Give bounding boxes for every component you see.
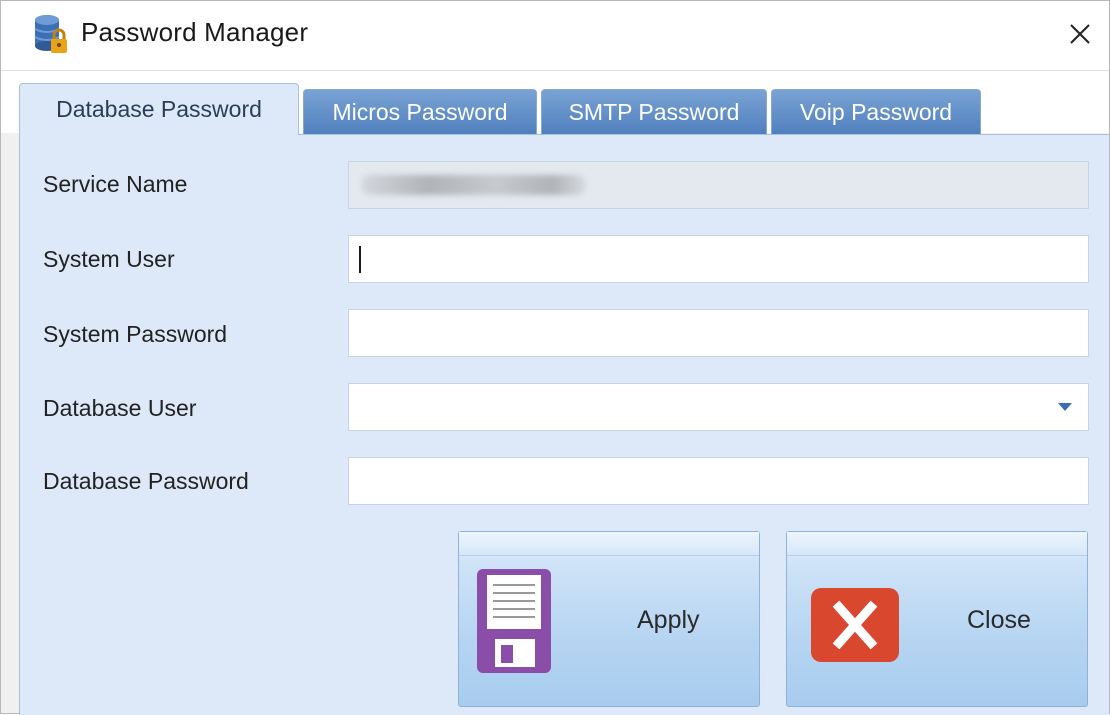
close-button-label: Close <box>967 606 1031 634</box>
apply-button-label: Apply <box>637 606 700 634</box>
close-icon[interactable] <box>1065 19 1095 49</box>
tab-voip-password[interactable]: Voip Password <box>771 89 981 135</box>
service-name-value-redacted <box>361 175 586 195</box>
tab-smtp-password[interactable]: SMTP Password <box>541 89 767 135</box>
database-user-dropdown[interactable] <box>348 383 1089 431</box>
database-user-label: Database User <box>43 395 197 421</box>
service-name-label: Service Name <box>43 171 188 197</box>
tab-label: Database Password <box>56 96 262 122</box>
apply-button[interactable]: Apply <box>458 531 760 707</box>
system-user-field[interactable] <box>348 235 1089 283</box>
button-top-band <box>787 532 1087 556</box>
database-lock-icon <box>34 15 67 53</box>
system-user-label: System User <box>43 246 175 272</box>
service-name-field <box>348 161 1089 209</box>
tab-database-password[interactable]: Database Password <box>19 83 299 135</box>
password-manager-window: Password Manager Database Password Micro… <box>0 0 1110 715</box>
window-title: Password Manager <box>81 17 309 47</box>
tab-label: SMTP Password <box>568 99 740 125</box>
tab-micros-password[interactable]: Micros Password <box>303 89 537 135</box>
title-bar: Password Manager <box>1 1 1109 71</box>
chevron-down-icon[interactable] <box>1058 403 1072 411</box>
button-top-band <box>459 532 759 556</box>
floppy-disk-icon <box>477 569 551 673</box>
close-button[interactable]: Close <box>786 531 1088 707</box>
text-caret <box>359 246 361 273</box>
database-password-field[interactable] <box>348 457 1089 505</box>
tab-label: Voip Password <box>799 99 953 125</box>
system-password-field[interactable] <box>348 309 1089 357</box>
x-mark-icon <box>811 588 899 662</box>
system-password-label: System Password <box>43 321 228 347</box>
tab-label: Micros Password <box>332 99 508 125</box>
database-password-label: Database Password <box>43 468 249 494</box>
